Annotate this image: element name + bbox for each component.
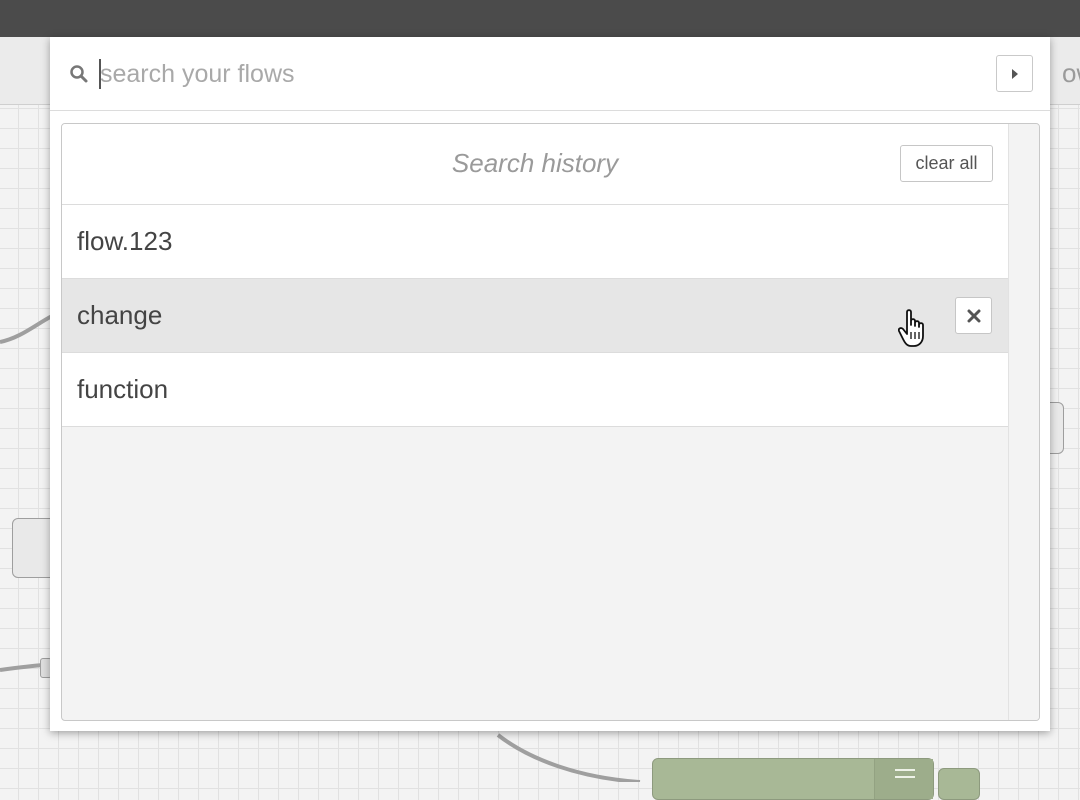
history-item-flow-123[interactable]: flow.123 <box>62 205 1008 279</box>
node-menu-icon <box>874 759 933 799</box>
remove-history-item-button[interactable] <box>955 297 992 334</box>
search-input[interactable] <box>98 55 980 93</box>
search-icon <box>69 64 89 84</box>
expand-results-button[interactable] <box>996 55 1033 92</box>
history-item-label: flow.123 <box>77 226 173 256</box>
history-item-label: change <box>77 300 163 330</box>
search-dialog: Search history clear all flow.123 change… <box>50 37 1050 731</box>
search-results-panel: Search history clear all flow.123 change… <box>61 123 1040 721</box>
search-history-title: Search history <box>451 148 619 178</box>
search-history-header: Search history clear all <box>62 124 1008 205</box>
text-cursor <box>99 59 101 89</box>
results-scrollbar[interactable] <box>1008 124 1039 720</box>
search-history-list: Search history clear all flow.123 change… <box>62 124 1008 720</box>
node-button[interactable] <box>938 768 980 800</box>
flow-node-green[interactable] <box>652 758 934 800</box>
history-item-function[interactable]: function <box>62 353 1008 427</box>
history-item-change[interactable]: change <box>62 279 1008 353</box>
clear-all-button[interactable]: clear all <box>900 145 993 182</box>
history-item-label: function <box>77 374 169 404</box>
close-icon <box>967 309 981 323</box>
hand-pointer-icon <box>898 309 924 347</box>
search-bar <box>50 37 1050 111</box>
caret-right-icon <box>1012 69 1018 79</box>
